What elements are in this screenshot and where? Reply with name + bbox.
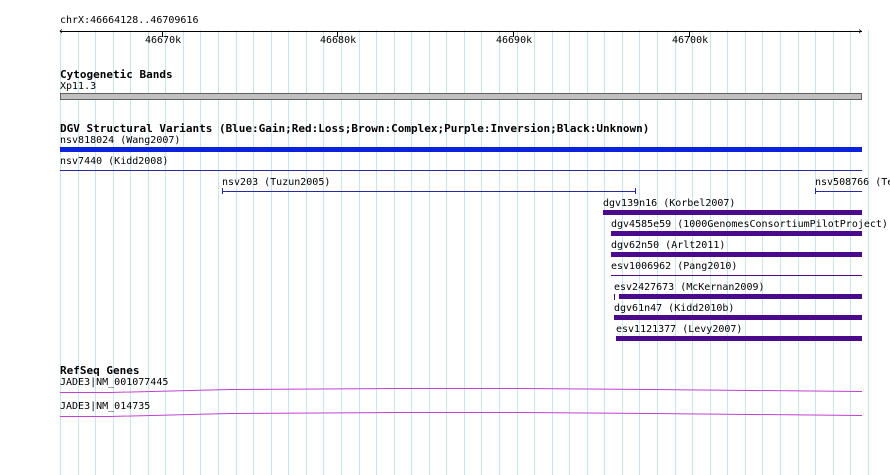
ruler-tick-label: 46700k — [672, 35, 709, 46]
track-title-refseq[interactable]: RefSeq Genes — [60, 364, 139, 377]
ruler-title: chrX:46664128..46709616 — [60, 15, 199, 26]
feature-end-cap — [635, 188, 636, 194]
feature-end-cap — [815, 188, 816, 194]
feature-label: esv1121377 (Levy2007) — [616, 324, 743, 335]
track-title-cytoband[interactable]: Cytogenetic Bands — [60, 68, 173, 81]
dgv-feature-inversion[interactable] — [616, 336, 862, 341]
ruler-tick-label: 46680k — [320, 35, 357, 46]
gene-transcript-line[interactable] — [60, 412, 863, 417]
cytoband-feature[interactable] — [60, 93, 862, 100]
dgv-feature[interactable] — [611, 275, 862, 276]
scroll-right-icon[interactable]: › — [857, 27, 863, 37]
feature-label: dgv139n16 (Korbel2007) — [603, 198, 736, 209]
dgv-feature-inversion[interactable] — [619, 294, 862, 299]
feature-label: dgv62n50 (Arlt2011) — [611, 240, 726, 251]
dgv-feature-inversion[interactable] — [603, 210, 862, 215]
ruler-tick-label: 46670k — [145, 35, 182, 46]
track-title-dgv[interactable]: DGV Structural Variants (Blue:Gain;Red:L… — [60, 122, 649, 135]
feature-end-cap — [222, 188, 223, 194]
feature-label: dgv4585e59 (1000GenomesConsortiumPilotPr… — [611, 219, 888, 230]
feature-label: nsv508766 (Te — [815, 177, 890, 188]
ruler-tick-label: 46690k — [496, 35, 533, 46]
feature-label: esv2427673 (McKernan2009) — [614, 282, 765, 293]
feature-label: dgv61n47 (Kidd2010b) — [614, 303, 735, 314]
dgv-feature[interactable] — [60, 170, 862, 171]
feature-label: nsv203 (Tuzun2005) — [222, 177, 331, 188]
dgv-feature[interactable] — [222, 191, 636, 192]
dgv-feature-inversion[interactable] — [611, 231, 862, 236]
feature-label: nsv7440 (Kidd2008) — [60, 156, 169, 167]
ruler-axis — [60, 31, 862, 32]
scroll-left-icon[interactable]: ‹ — [58, 27, 64, 37]
feature-label: nsv818024 (Wang2007) — [60, 135, 181, 146]
cytoband-label: Xp11.3 — [60, 81, 97, 92]
dgv-feature[interactable] — [815, 191, 862, 192]
dgv-feature-gain[interactable] — [60, 147, 862, 152]
dgv-feature-inversion[interactable] — [611, 252, 862, 257]
gene-label: JADE3|NM_014735 — [60, 401, 151, 412]
genome-browser-viewer[interactable]: chrX:46664128..46709616 ‹ › 46670k 46680… — [0, 0, 890, 475]
feature-end-cap — [614, 294, 615, 300]
gene-transcript-line[interactable] — [60, 388, 863, 393]
dgv-feature-inversion[interactable] — [614, 315, 862, 320]
feature-label: esv1006962 (Pang2010) — [611, 261, 738, 272]
